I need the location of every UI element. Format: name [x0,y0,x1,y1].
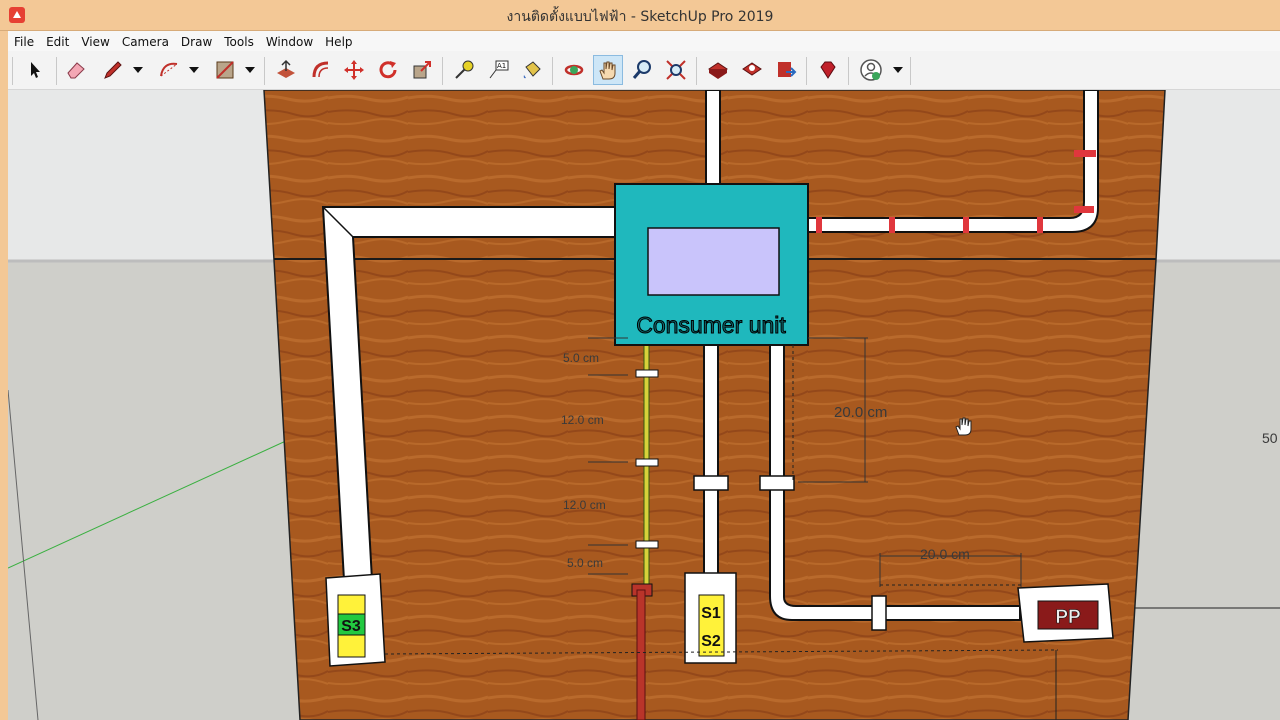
move-icon [344,60,364,80]
account-dropdown-arrow[interactable] [892,63,904,77]
toolbar-separator [264,57,265,85]
scene-canvas: Consumer unit S3 S1 S2 PP 5.0 cm 12.0 cm… [8,90,1280,720]
orbit-tool-button[interactable] [559,55,589,85]
rectangle-dropdown-arrow[interactable] [244,63,256,77]
s1-label: S1 [701,605,721,622]
toolbar-separator [696,57,697,85]
zoom-extents-icon [666,60,686,80]
chevron-down-icon [893,67,903,73]
eraser-tool-button[interactable] [61,55,91,85]
menu-help[interactable]: Help [319,33,358,49]
svg-text:A1: A1 [497,62,506,70]
tape-measure-tool-button[interactable] [449,55,479,85]
menu-window[interactable]: Window [260,33,319,49]
line-tool-button[interactable] [98,55,128,85]
s3-label: S3 [341,618,361,635]
zoom-icon [632,60,651,79]
menu-file[interactable]: File [8,33,40,49]
toolbar-separator [442,57,443,85]
conduit-s1s2 [703,344,719,576]
offset-icon [312,61,329,78]
extension-icon [742,62,762,76]
rotate-tool-button[interactable] [373,55,403,85]
menu-camera[interactable]: Camera [116,33,175,49]
ruby-icon [820,61,836,79]
select-tool-button[interactable] [20,55,50,85]
dimension-label: 5.0 cm [567,556,603,570]
rectangle-tool-button[interactable] [210,55,240,85]
push-pull-tool-button[interactable] [271,55,301,85]
menu-view[interactable]: View [75,33,115,49]
s2-label: S2 [701,633,721,650]
text-tool-button[interactable]: A1 [483,55,513,85]
pp-label: PP [1055,607,1081,628]
account-icon [860,59,882,81]
offset-tool-button[interactable] [306,55,336,85]
window-title: งานติดตั้งแบบไฟฟ้า - SketchUp Pro 2019 [506,9,774,25]
toolbar-separator [56,57,57,85]
warehouse-tool-button[interactable] [703,55,733,85]
menu-bar: File Edit View Camera Draw Tools Window Help [8,31,1280,51]
push-pull-icon [277,59,295,78]
conduit-top [705,90,721,187]
line-dropdown-arrow[interactable] [132,63,144,77]
dimension-label: 50 [1262,430,1278,446]
chevron-down-icon [133,67,143,73]
toolbar-separator [12,57,13,85]
zoom-tool-button[interactable] [627,55,657,85]
hand-icon [599,61,616,80]
pencil-icon [104,61,122,79]
warehouse-icon [708,62,728,79]
pan-tool-button[interactable] [593,55,623,85]
orbit-icon [564,64,584,76]
menu-draw[interactable]: Draw [175,33,218,49]
consumer-unit-panel [647,227,780,296]
layout-icon [778,62,797,77]
arc-dropdown-arrow[interactable] [188,63,200,77]
window-border [0,31,8,720]
rotate-icon [379,61,397,79]
dimension-label: 20.0 cm [834,404,887,421]
arrow-icon [31,62,40,78]
toolbar: A1 [8,51,1280,90]
tape-icon [455,60,474,79]
rectangle-icon [216,61,234,79]
chevron-down-icon [189,67,199,73]
ground-rod [636,589,646,720]
account-tool-button[interactable] [856,55,886,85]
menu-edit[interactable]: Edit [40,33,75,49]
move-tool-button[interactable] [339,55,369,85]
toolbar-separator [552,57,553,85]
scale-tool-button[interactable] [407,55,437,85]
dimension-label: 12.0 cm [561,413,604,427]
paint-bucket-tool-button[interactable] [517,55,547,85]
menu-tools[interactable]: Tools [218,33,260,49]
paint-icon [523,61,541,79]
arc-tool-button[interactable] [154,55,184,85]
dimension-label: 12.0 cm [563,498,606,512]
arc-icon [160,62,178,77]
eraser-icon [67,62,85,79]
text-icon: A1 [489,60,509,79]
chevron-down-icon [245,67,255,73]
title-bar: งานติดตั้งแบบไฟฟ้า - SketchUp Pro 2019 [0,0,1280,31]
toolbar-separator [910,57,911,85]
dimension-label: 20.0 cm [920,546,970,562]
zoom-extents-tool-button[interactable] [661,55,691,85]
model-viewport[interactable]: Consumer unit S3 S1 S2 PP 5.0 cm 12.0 cm… [8,90,1280,720]
extension-warehouse-tool-button[interactable] [737,55,767,85]
consumer-unit-label: Consumer unit [636,312,786,338]
send-to-layout-tool-button[interactable] [771,55,801,85]
ruby-tool-button[interactable] [813,55,843,85]
toolbar-separator [806,57,807,85]
toolbar-separator [848,57,849,85]
dimension-label: 5.0 cm [563,351,599,365]
scale-icon [413,61,431,79]
